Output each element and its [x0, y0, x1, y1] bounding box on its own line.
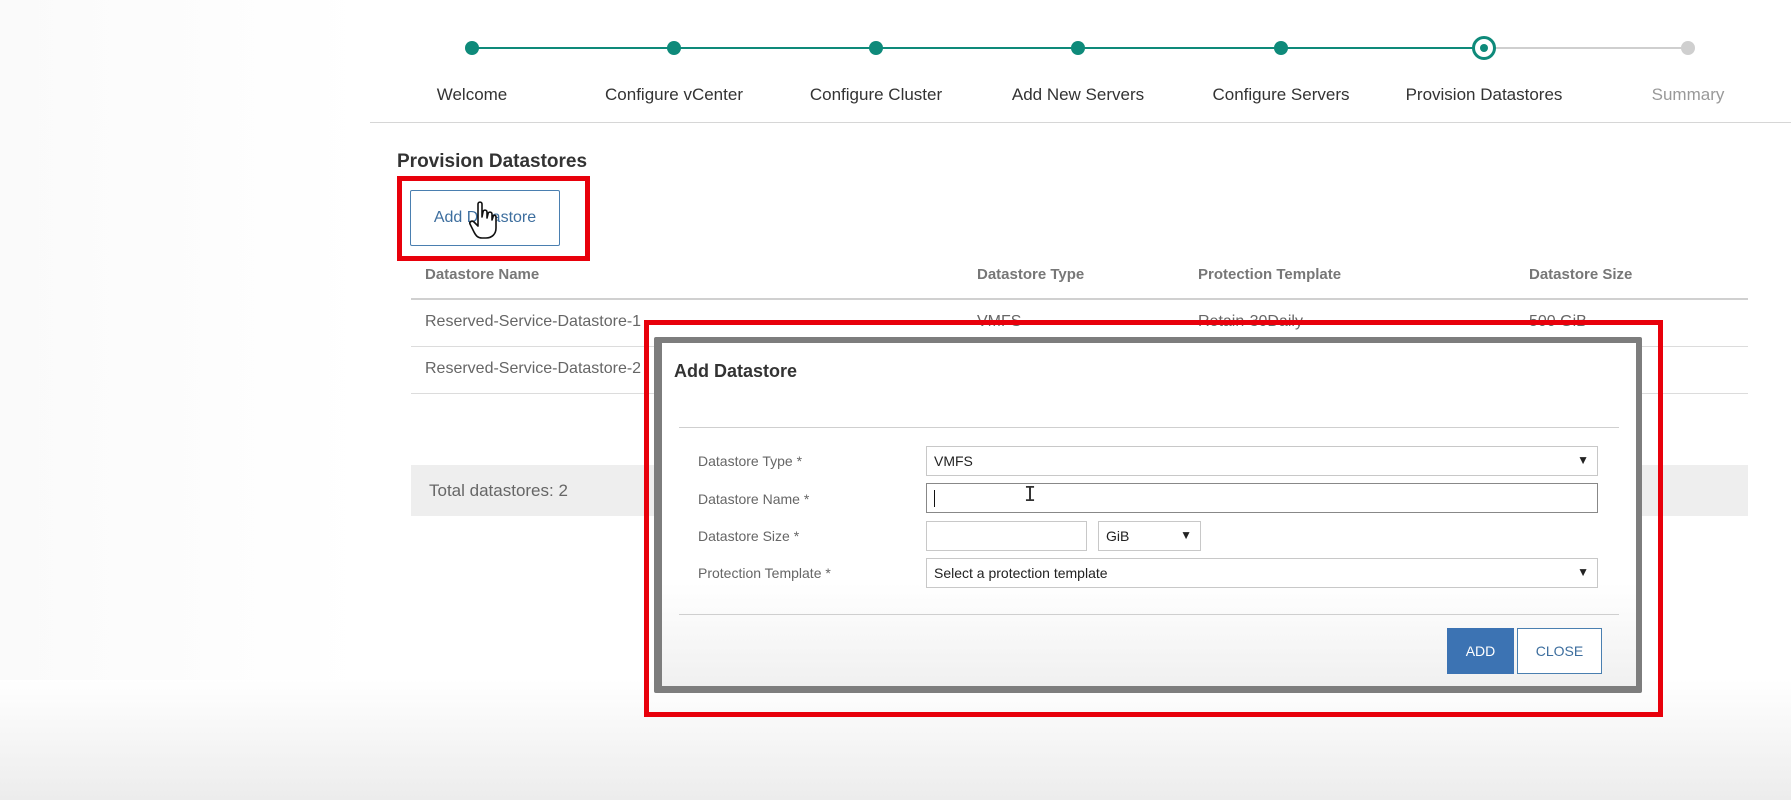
dialog-footer-rule	[679, 614, 1619, 615]
column-header-protection-template[interactable]: Protection Template	[1198, 266, 1341, 283]
size-unit-select[interactable]: GiB ▼	[1098, 521, 1201, 551]
table-cell-template: Retain-30Daily	[1198, 313, 1303, 330]
step-label-configure-servers[interactable]: Configure Servers	[1181, 85, 1381, 105]
step-dot-provision-datastores[interactable]	[1472, 36, 1496, 60]
step-label-provision-datastores[interactable]: Provision Datastores	[1384, 85, 1584, 105]
step-dot-configure-servers[interactable]	[1274, 41, 1288, 55]
step-dot-summary	[1681, 41, 1695, 55]
dialog-title: Add Datastore	[674, 361, 798, 381]
add-button[interactable]: ADD	[1447, 628, 1514, 674]
column-header-datastore-size[interactable]: Datastore Size	[1529, 266, 1632, 283]
step-label-configure-cluster[interactable]: Configure Cluster	[776, 85, 976, 105]
step-dot-configure-cluster[interactable]	[869, 41, 883, 55]
chevron-down-icon: ▼	[1577, 453, 1589, 467]
table-cell-name[interactable]: Reserved-Service-Datastore-1	[425, 313, 641, 331]
table-header-rule	[411, 298, 1748, 300]
size-unit-value: GiB	[1106, 528, 1130, 544]
datastore-type-value: VMFS	[934, 453, 973, 469]
wizard-progress-complete	[472, 47, 1484, 49]
step-dot-welcome[interactable]	[465, 41, 479, 55]
datastore-type-select[interactable]: VMFS ▼	[926, 446, 1598, 476]
table-cell-type: VMFS	[977, 313, 1022, 330]
dialog-header-rule	[679, 427, 1619, 428]
hand-pointer-icon	[469, 201, 497, 239]
wizard-progress-remaining	[1484, 47, 1688, 49]
table-cell-size: 500 GiB	[1529, 313, 1587, 330]
step-label-add-new-servers[interactable]: Add New Servers	[978, 85, 1178, 105]
datastore-type-label: Datastore Type *	[698, 453, 803, 469]
datastore-size-input[interactable]	[926, 521, 1087, 551]
page-title: Provision Datastores	[397, 151, 588, 172]
text-caret	[934, 490, 935, 507]
bottom-fade	[0, 680, 1791, 800]
column-header-datastore-type[interactable]: Datastore Type	[977, 266, 1084, 283]
step-label-welcome[interactable]: Welcome	[372, 85, 572, 105]
step-label-configure-vcenter[interactable]: Configure vCenter	[574, 85, 774, 105]
add-datastore-dialog: Add Datastore Datastore Type * VMFS ▼ Da…	[662, 343, 1636, 686]
datastore-name-label: Datastore Name *	[698, 491, 810, 507]
total-datastores-count: Total datastores: 2	[429, 481, 568, 500]
protection-template-label: Protection Template *	[698, 565, 831, 581]
text-cursor-icon: I	[1024, 482, 1037, 506]
step-dot-add-new-servers[interactable]	[1071, 41, 1085, 55]
close-button[interactable]: CLOSE	[1517, 628, 1602, 674]
protection-template-select[interactable]: Select a protection template ▼	[926, 558, 1598, 588]
chevron-down-icon: ▼	[1180, 528, 1192, 542]
protection-template-placeholder: Select a protection template	[934, 565, 1108, 581]
datastore-size-label: Datastore Size *	[698, 528, 800, 544]
chevron-down-icon: ▼	[1577, 565, 1589, 579]
step-label-summary: Summary	[1651, 85, 1725, 104]
table-cell-name[interactable]: Reserved-Service-Datastore-2	[425, 360, 641, 378]
wizard-divider	[370, 122, 1791, 123]
step-dot-configure-vcenter[interactable]	[667, 41, 681, 55]
column-header-datastore-name[interactable]: Datastore Name	[425, 266, 539, 283]
